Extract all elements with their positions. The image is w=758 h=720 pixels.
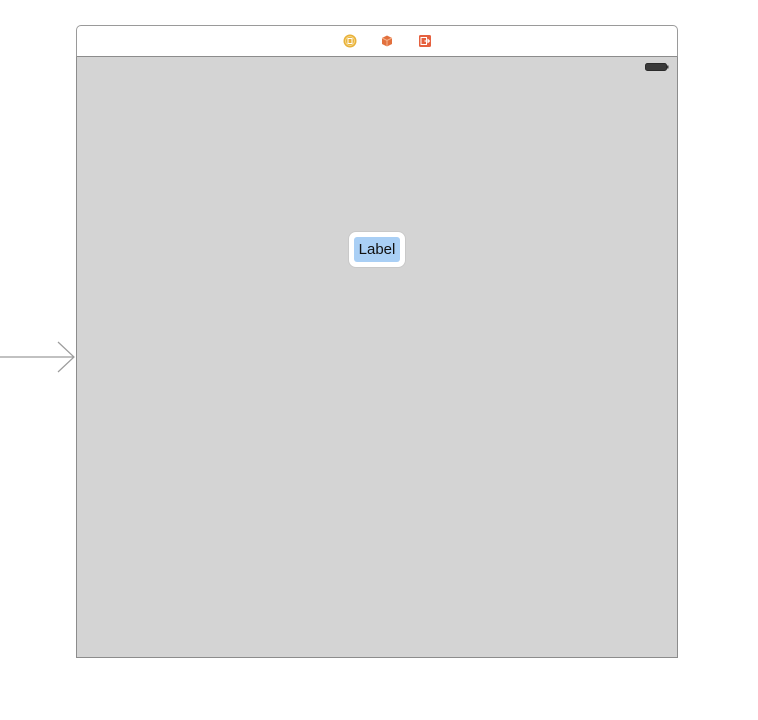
- view-canvas[interactable]: Label: [76, 57, 678, 658]
- battery-icon: [645, 63, 669, 71]
- initial-view-controller-arrow-icon[interactable]: [0, 340, 76, 374]
- scene-dock: [76, 25, 678, 57]
- view-controller-icon[interactable]: [343, 34, 357, 48]
- label-text[interactable]: Label: [354, 237, 400, 262]
- label-selection-frame[interactable]: Label: [349, 232, 405, 267]
- view-controller-scene[interactable]: Label: [76, 25, 678, 658]
- first-responder-icon[interactable]: [380, 34, 394, 48]
- exit-icon[interactable]: [418, 34, 432, 48]
